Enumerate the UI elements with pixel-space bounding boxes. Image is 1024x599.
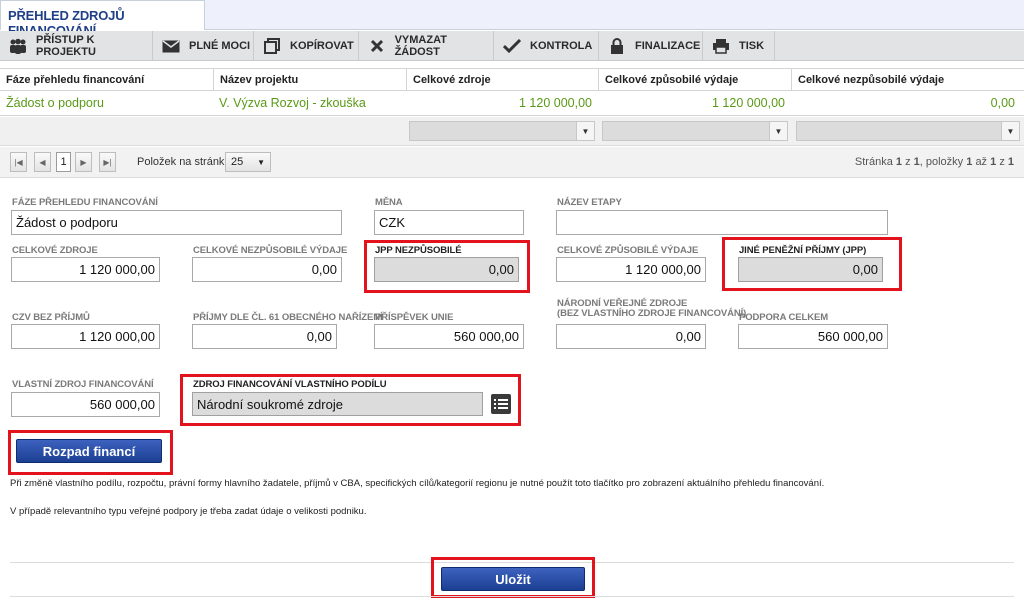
power-of-attorney-button[interactable]: PLNÉ MOCI xyxy=(153,31,254,61)
eligible-field[interactable]: 1 120 000,00 xyxy=(556,257,706,282)
prev-page-icon[interactable]: ◀ xyxy=(34,152,51,172)
other-income-label: JINÉ PENĚŽNÍ PŘÍJMY (JPP) xyxy=(739,245,867,256)
own-source-label: VLASTNÍ ZDROJ FINANCOVÁNÍ xyxy=(12,379,154,390)
check-label: KONTROLA xyxy=(530,40,593,52)
per-page-select[interactable]: 25 ▼ xyxy=(225,152,271,172)
stage-name-label: NÁZEV ETAPY xyxy=(557,197,622,208)
phase-label: FÁZE PŘEHLEDU FINANCOVÁNÍ xyxy=(12,197,158,208)
support-total-field[interactable]: 560 000,00 xyxy=(738,324,888,349)
column-header-ineligible[interactable]: Celkové nezpůsobilé výdaje xyxy=(791,69,1024,91)
czv-field[interactable]: 1 120 000,00 xyxy=(11,324,160,349)
title-strip xyxy=(205,0,1024,30)
pager-current-page: 1 xyxy=(895,156,903,168)
column-header-phase[interactable]: Fáze přehledu financování xyxy=(0,69,213,91)
pager-info: Stránka 1 z 1, položky 1 až 1 z 1 xyxy=(855,156,1014,168)
chevron-down-icon: ▼ xyxy=(257,158,265,167)
income61-label: PŘÍJMY DLE ČL. 61 OBECNÉHO NAŘÍZENÍ xyxy=(193,312,383,323)
own-source-field[interactable]: 560 000,00 xyxy=(11,392,160,417)
next-page-icon[interactable]: ▶ xyxy=(75,152,92,172)
pager-from: 1 xyxy=(966,156,973,168)
close-icon xyxy=(367,37,387,55)
filter-ineligible[interactable]: ▼ xyxy=(796,121,1020,141)
finalize-button[interactable]: FINALIZACE xyxy=(599,31,703,61)
note-enterprise-size: V případě relevantního typu veřejné podp… xyxy=(10,506,367,517)
cell-phase: Žádost o podporu xyxy=(6,96,104,110)
pager-total-items: 1 xyxy=(1007,156,1014,168)
currency-field[interactable]: CZK xyxy=(374,210,524,235)
own-source-type-label: ZDROJ FINANCOVÁNÍ VLASTNÍHO PODÍLU xyxy=(193,379,387,390)
jpp-ineligible-label: JPP NEZPŮSOBILÉ xyxy=(375,245,462,256)
column-header-project-name[interactable]: Název projektu xyxy=(213,69,406,91)
table-header: Fáze přehledu financování Název projektu… xyxy=(0,68,1024,91)
checkmark-icon xyxy=(502,37,522,55)
divider-bottom xyxy=(10,596,1014,597)
project-access-button[interactable]: PŘÍSTUP K PROJEKTU xyxy=(0,31,153,61)
currency-label: MĚNA xyxy=(375,197,403,208)
total-sources-field[interactable]: 1 120 000,00 xyxy=(11,257,160,282)
cell-project-name: V. Výzva Rozvoj - zkouška xyxy=(219,96,366,110)
filter-eligible[interactable]: ▼ xyxy=(602,121,788,141)
page-title-tab: PŘEHLED ZDROJŮ FINANCOVÁNÍ xyxy=(0,0,205,38)
check-button[interactable]: KONTROLA xyxy=(494,31,599,61)
ineligible-field[interactable]: 0,00 xyxy=(192,257,342,282)
pager-info-prefix: Stránka xyxy=(854,156,893,168)
print-button[interactable]: TISK xyxy=(703,31,775,61)
czv-label: CZV BEZ PŘÍJMŮ xyxy=(12,312,90,323)
national-sources-field[interactable]: 0,00 xyxy=(556,324,706,349)
pager-to: 1 xyxy=(990,156,997,168)
column-header-total-sources[interactable]: Celkové zdroje xyxy=(406,69,598,91)
finalize-label: FINALIZACE xyxy=(635,40,701,52)
print-label: TISK xyxy=(739,40,765,52)
chevron-down-icon: ▼ xyxy=(1001,122,1019,140)
users-icon xyxy=(8,37,28,55)
filter-total-sources[interactable]: ▼ xyxy=(409,121,595,141)
filter-row: ▼ ▼ ▼ xyxy=(0,117,1024,146)
envelope-icon xyxy=(161,37,181,55)
save-button[interactable]: Uložit xyxy=(441,567,585,591)
chevron-down-icon: ▼ xyxy=(576,122,594,140)
cell-eligible: 1 120 000,00 xyxy=(712,96,785,110)
own-source-type-field[interactable]: Národní soukromé zdroje xyxy=(192,392,483,416)
national-sources-label-2: (BEZ VLASTNÍHO ZDROJE FINANCOVÁNÍ) xyxy=(557,308,747,319)
ineligible-label: CELKOVÉ NEZPŮSOBILÉ VÝDAJE xyxy=(193,245,348,256)
lock-icon xyxy=(607,37,627,55)
cell-ineligible: 0,00 xyxy=(990,96,1015,110)
stage-name-field[interactable] xyxy=(556,210,888,235)
delete-application-label: VYMAZAT ŽÁDOST xyxy=(394,34,447,58)
phase-field[interactable]: Žádost o podporu xyxy=(11,210,342,235)
first-page-icon[interactable]: |◀ xyxy=(10,152,27,172)
breakdown-button[interactable]: Rozpad financí xyxy=(16,439,162,463)
delete-application-button[interactable]: VYMAZAT ŽÁDOST xyxy=(359,31,494,61)
page-number-input[interactable]: 1 xyxy=(56,152,71,172)
project-access-label: PŘÍSTUP K PROJEKTU xyxy=(36,34,96,58)
per-page-value: 25 xyxy=(231,156,244,168)
pager-info-of2: z xyxy=(999,156,1005,168)
pager-info-to: až xyxy=(975,156,988,168)
pager-info-of: z xyxy=(905,156,911,168)
support-total-label: PODPORA CELKEM xyxy=(739,312,829,323)
last-page-icon[interactable]: ▶| xyxy=(99,152,116,172)
toolbar: PŘÍSTUP K PROJEKTU PLNÉ MOCI KOPÍROVAT V… xyxy=(0,31,1024,61)
per-page-label: Položek na stránku xyxy=(137,156,231,168)
income61-field[interactable]: 0,00 xyxy=(192,324,337,349)
eu-contribution-label: PŘÍSPĚVEK UNIE xyxy=(375,312,454,323)
total-sources-label: CELKOVÉ ZDROJE xyxy=(12,245,98,256)
pager: |◀ ◀ 1 ▶ ▶| Položek na stránku 25 ▼ Strá… xyxy=(0,147,1024,178)
eligible-label: CELKOVÉ ZPŮSOBILÉ VÝDAJE xyxy=(557,245,699,256)
eu-contribution-field[interactable]: 560 000,00 xyxy=(374,324,524,349)
printer-icon xyxy=(711,37,731,55)
copy-icon xyxy=(262,37,282,55)
copy-button[interactable]: KOPÍROVAT xyxy=(254,31,359,61)
chevron-down-icon: ▼ xyxy=(769,122,787,140)
pager-info-items: , položky xyxy=(919,156,964,168)
table-row[interactable]: Žádost o podporu V. Výzva Rozvoj - zkouš… xyxy=(0,91,1024,116)
list-icon[interactable] xyxy=(491,394,511,414)
column-header-eligible[interactable]: Celkové způsobilé výdaje xyxy=(598,69,791,91)
power-of-attorney-label: PLNÉ MOCI xyxy=(189,40,251,52)
note-recalculate: Při změně vlastního podílu, rozpočtu, pr… xyxy=(10,478,825,489)
cell-total-sources: 1 120 000,00 xyxy=(519,96,592,110)
other-income-field: 0,00 xyxy=(738,257,883,282)
jpp-ineligible-field: 0,00 xyxy=(374,257,519,282)
copy-label: KOPÍROVAT xyxy=(290,40,354,52)
